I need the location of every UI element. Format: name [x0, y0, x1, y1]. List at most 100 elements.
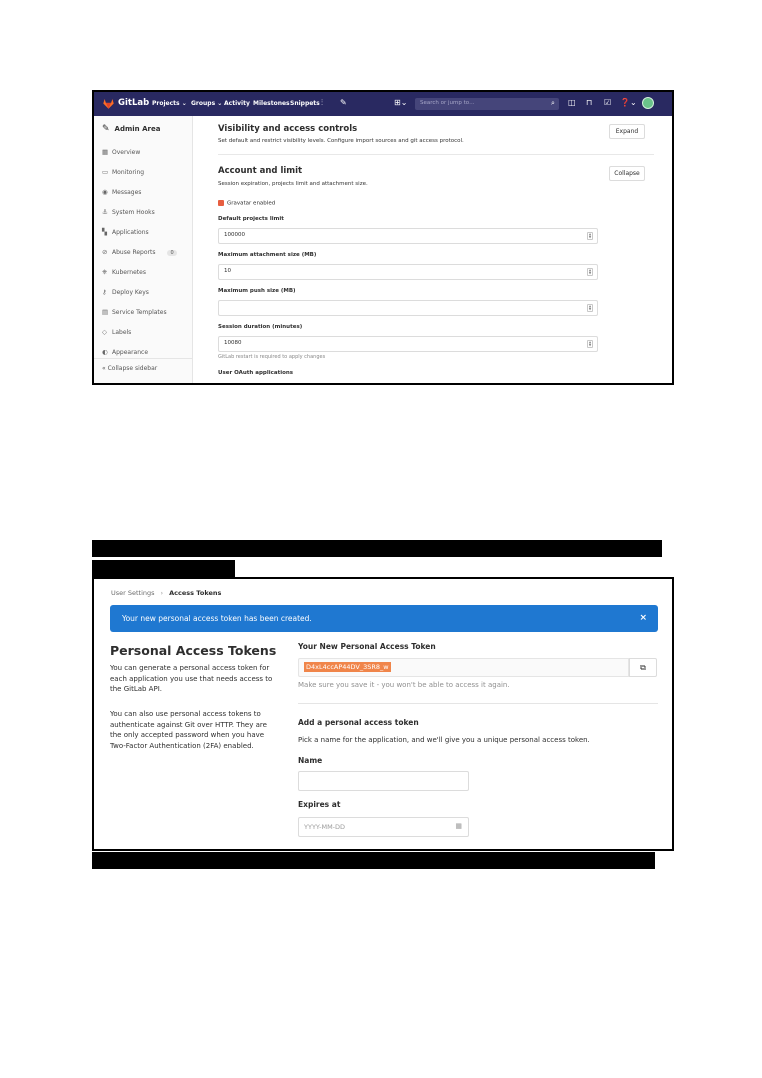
gravatar-checkbox[interactable]: Gravatar enabled	[218, 200, 275, 207]
issues-icon[interactable]: ◫	[568, 98, 576, 107]
messages-icon: ◉	[102, 188, 108, 196]
gitlab-admin-screenshot: GitLab Projects ⌄ Groups ⌄ Activity Mile…	[92, 90, 674, 385]
sidebar-item-abuse-reports[interactable]: ⊘ Abuse Reports 0	[102, 248, 177, 256]
expires-at-input[interactable]: YYYY-MM-DD ▦	[298, 817, 469, 837]
key-icon: ⚷	[102, 288, 107, 296]
nav-snippets[interactable]: Snippets	[290, 100, 320, 107]
spinner-icon[interactable]: ▲ ▼	[587, 268, 593, 276]
plus-icon[interactable]: ⊞⌄	[394, 98, 407, 107]
intro-paragraph: You can generate a personal access token…	[110, 664, 273, 693]
default-projects-limit-label: Default projects limit	[218, 216, 284, 222]
breadcrumb: User Settings › Access Tokens	[111, 589, 221, 597]
sidebar-item-labels[interactable]: ◇ Labels	[102, 328, 131, 336]
breadcrumb-access-tokens[interactable]: Access Tokens	[169, 589, 221, 597]
session-duration-input[interactable]: 10080 ▲ ▼	[218, 336, 598, 352]
sidebar-item-applications[interactable]: ▚ Applications	[102, 228, 149, 236]
max-attachment-size-input[interactable]: 10 ▲ ▼	[218, 264, 598, 280]
top-navbar: GitLab Projects ⌄ Groups ⌄ Activity Mile…	[94, 92, 672, 116]
visibility-section-desc: Set default and restrict visibility leve…	[218, 138, 464, 144]
chart-icon[interactable]: ⫶	[321, 98, 323, 108]
admin-sidebar: ✎ Admin Area ▦ Overview ▭ Monitoring ◉ Messa…	[94, 116, 193, 383]
hooks-icon: ⚓	[102, 208, 108, 216]
search-input[interactable]: Search or jump to…	[415, 98, 559, 110]
collapse-sidebar-button[interactable]: « Collapse sidebar	[94, 358, 193, 378]
token-value[interactable]: D4xL4ccAP44DV_3SR8_w	[304, 662, 391, 672]
name-label: Name	[298, 756, 323, 765]
max-attachment-size-label: Maximum attachment size (MB)	[218, 252, 317, 258]
expires-label: Expires at	[298, 800, 341, 809]
monitoring-icon: ▭	[102, 168, 109, 176]
wrench-icon: ✎	[102, 124, 110, 134]
alert-message: Your new personal access token has been …	[122, 614, 312, 623]
page-title: Personal Access Tokens	[110, 643, 277, 658]
max-push-size-input[interactable]: ▲ ▼	[218, 300, 598, 316]
redaction-bar	[92, 852, 655, 869]
chevron-right-icon: ›	[160, 589, 164, 597]
labels-icon: ◇	[102, 328, 107, 336]
search-icon[interactable]: ⌕	[551, 99, 555, 108]
max-push-size-label: Maximum push size (MB)	[218, 288, 296, 294]
sidebar-title[interactable]: ✎ Admin Area	[102, 124, 160, 134]
user-oauth-label: User OAuth applications	[218, 370, 294, 376]
template-icon: ▤	[102, 308, 109, 316]
access-tokens-screenshot: User Settings › Access Tokens Your new per…	[92, 577, 674, 851]
new-token-field[interactable]: D4xL4ccAP44DV_3SR8_w	[298, 658, 629, 677]
sidebar-item-deploy-keys[interactable]: ⚷ Deploy Keys	[102, 288, 149, 296]
redaction-bar	[92, 540, 662, 557]
spinner-icon[interactable]: ▲ ▼	[587, 232, 593, 240]
save-token-note: Make sure you save it - you won't be abl…	[298, 681, 510, 689]
nav-projects[interactable]: Projects ⌄	[152, 100, 187, 107]
collapse-button[interactable]: Collapse	[609, 166, 645, 181]
nav-activity[interactable]: Activity	[224, 100, 250, 107]
success-alert: Your new personal access token has been …	[110, 605, 658, 632]
section-divider	[298, 703, 658, 704]
account-section-desc: Session expiration, projects limit and a…	[218, 181, 368, 187]
nav-groups[interactable]: Groups ⌄	[191, 100, 222, 107]
chevron-double-left-icon: «	[102, 365, 106, 372]
add-token-desc: Pick a name for the application, and we'…	[298, 736, 590, 744]
restart-help-text: GitLab restart is required to apply chan…	[218, 354, 326, 360]
spinner-icon[interactable]: ▲ ▼	[587, 304, 593, 312]
gitlab-logo-icon[interactable]	[102, 97, 115, 110]
expand-button[interactable]: Expand	[609, 124, 645, 139]
checkbox-checked-icon	[218, 200, 224, 206]
sidebar-item-kubernetes[interactable]: ⎈ Kubernetes	[102, 268, 146, 277]
close-icon[interactable]: ×	[639, 613, 647, 623]
abuse-count-badge: 0	[167, 250, 177, 256]
copy-icon: ⧉	[640, 663, 646, 672]
spinner-icon[interactable]: ▲ ▼	[587, 340, 593, 348]
sidebar-item-monitoring[interactable]: ▭ Monitoring	[102, 168, 144, 176]
session-duration-label: Session duration (minutes)	[218, 324, 303, 330]
todos-icon[interactable]: ☑	[604, 98, 611, 107]
brand-name[interactable]: GitLab	[118, 98, 149, 108]
default-projects-limit-input[interactable]: 100000 ▲ ▼	[218, 228, 598, 244]
nav-milestones[interactable]: Milestones	[253, 100, 290, 107]
kubernetes-icon: ⎈	[102, 268, 108, 276]
visibility-section-title: Visibility and access controls	[218, 124, 358, 134]
abuse-icon: ⊘	[102, 248, 108, 256]
calendar-icon[interactable]: ▦	[455, 822, 462, 830]
copy-token-button[interactable]: ⧉	[629, 658, 657, 677]
merge-requests-icon[interactable]: ⊓	[586, 98, 592, 107]
wrench-icon[interactable]: ✎	[340, 98, 347, 107]
token-name-input[interactable]	[298, 771, 469, 791]
add-token-title: Add a personal access token	[298, 718, 419, 727]
help-icon[interactable]: ❓⌄	[620, 98, 637, 107]
account-section-title: Account and limit	[218, 166, 303, 176]
sidebar-item-messages[interactable]: ◉ Messages	[102, 188, 141, 196]
section-divider	[218, 154, 654, 155]
intro-paragraph-2fa: You can also use personal access tokens …	[110, 710, 267, 750]
overview-icon: ▦	[102, 148, 109, 156]
sidebar-item-appearance[interactable]: ◐ Appearance	[102, 348, 148, 356]
appearance-icon: ◐	[102, 348, 108, 356]
sidebar-item-overview[interactable]: ▦ Overview	[102, 148, 140, 156]
applications-icon: ▚	[102, 228, 107, 236]
sidebar-item-system-hooks[interactable]: ⚓ System Hooks	[102, 208, 155, 216]
avatar[interactable]	[642, 97, 654, 109]
sidebar-item-service-templates[interactable]: ▤ Service Templates	[102, 308, 167, 316]
new-token-title: Your New Personal Access Token	[298, 642, 436, 651]
search-placeholder: Search or jump to…	[420, 100, 475, 106]
redaction-bar	[92, 560, 235, 577]
admin-main: Visibility and access controls Set defau…	[193, 116, 672, 383]
breadcrumb-user-settings[interactable]: User Settings	[111, 589, 155, 597]
